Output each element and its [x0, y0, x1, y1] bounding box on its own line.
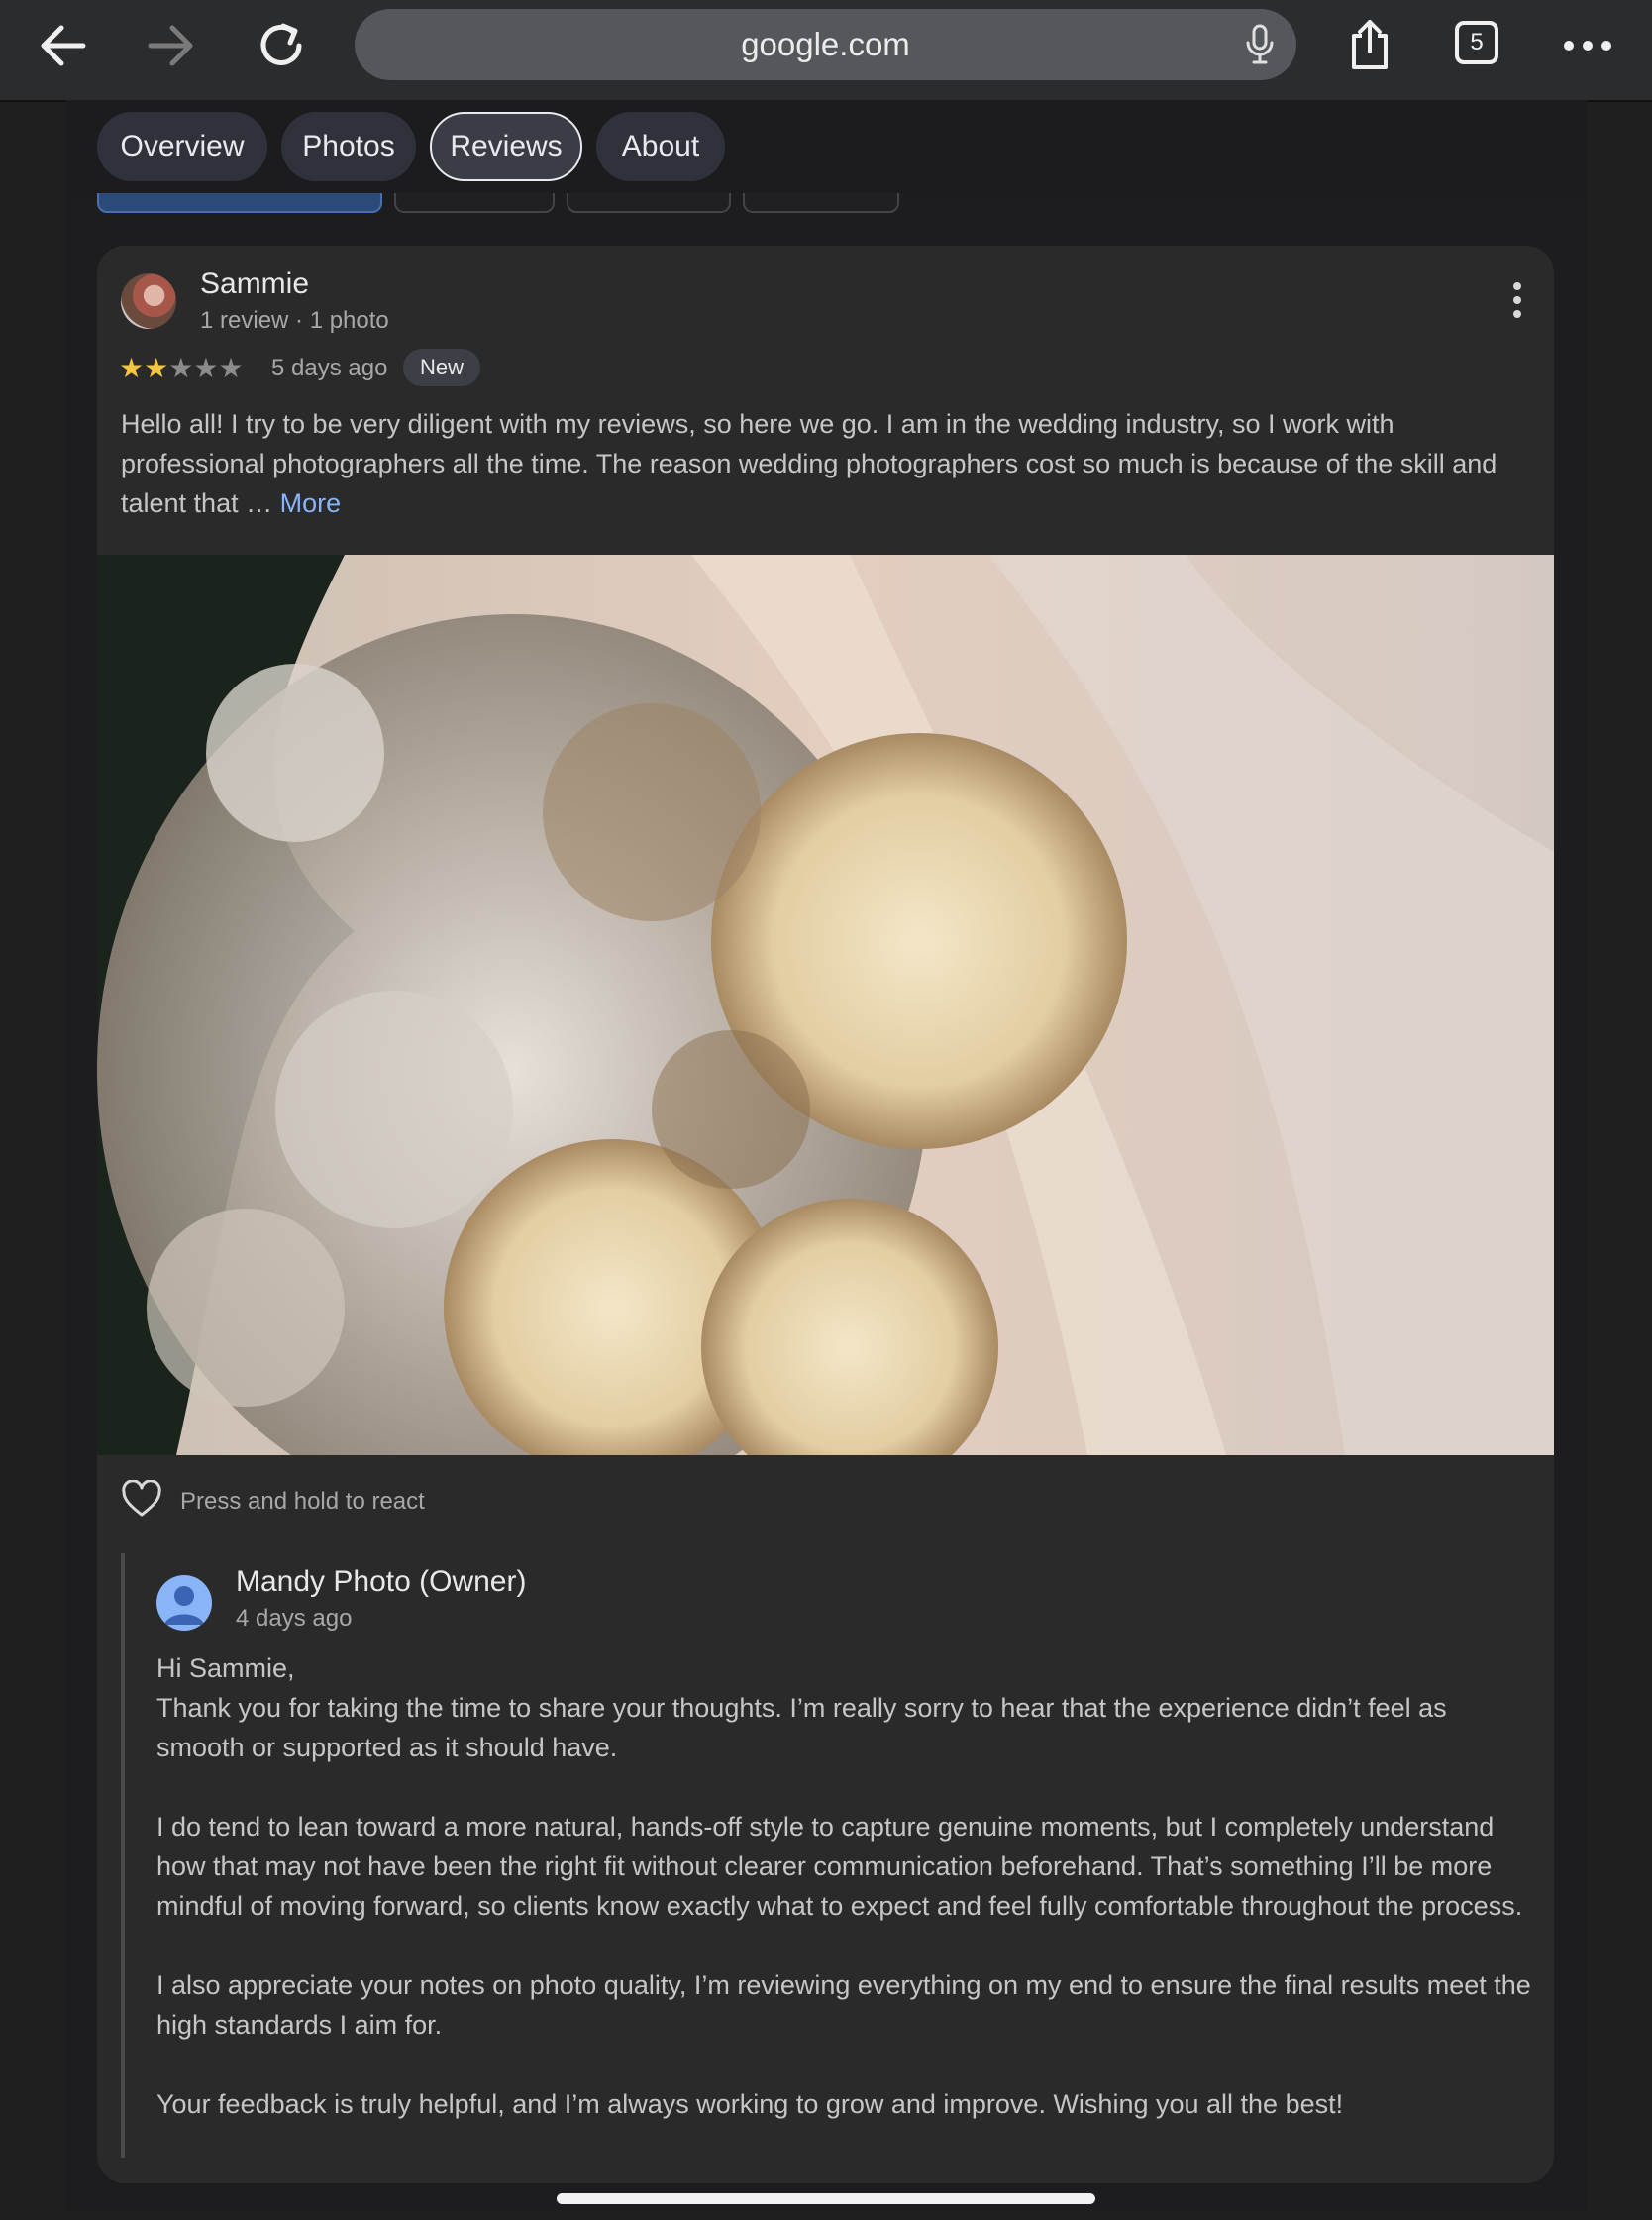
reload-icon[interactable]	[252, 16, 311, 75]
tab-photos[interactable]: Photos	[281, 112, 416, 181]
avatar[interactable]	[121, 273, 176, 329]
star-filled-icon: ★	[119, 353, 145, 383]
review-text: Hello all! I try to be very diligent wit…	[121, 404, 1527, 523]
heart-icon[interactable]	[121, 1479, 162, 1523]
reply-paragraph: I do tend to lean toward a more natural,…	[156, 1812, 1523, 1921]
home-indicator[interactable]	[557, 2193, 1095, 2204]
forward-arrow-icon[interactable]	[142, 16, 201, 75]
owner-reply: Mandy Photo (Owner) 4 days ago Hi Sammie…	[121, 1553, 1531, 2158]
review-filter-row	[0, 193, 1652, 219]
review-time: 5 days ago	[271, 355, 388, 381]
review-photo[interactable]	[97, 555, 1554, 1455]
reviewer-meta: 1 review · 1 photo	[200, 307, 389, 334]
tab-overview[interactable]: Overview	[97, 112, 267, 181]
reply-paragraph: I also appreciate your notes on photo qu…	[156, 1970, 1531, 2040]
tabs-icon[interactable]: 5	[1455, 21, 1498, 64]
browser-toolbar: google.com 5	[0, 0, 1652, 102]
reviewer-name[interactable]: Sammie	[200, 267, 309, 301]
url-text: google.com	[741, 26, 910, 62]
tab-reviews[interactable]: Reviews	[430, 112, 582, 181]
reply-paragraph: Your feedback is truly helpful, and I’m …	[156, 2089, 1344, 2119]
tab-about[interactable]: About	[596, 112, 725, 181]
owner-name: Mandy Photo (Owner)	[236, 1565, 527, 1598]
star-filled-icon: ★	[144, 353, 169, 383]
owner-avatar-icon[interactable]	[156, 1575, 212, 1631]
more-options-icon[interactable]	[1512, 281, 1522, 324]
star-empty-icon: ★	[218, 353, 244, 383]
owner-reply-text: Hi Sammie, Thank you for taking the time…	[156, 1648, 1533, 2124]
mic-icon[interactable]	[1245, 23, 1275, 71]
star-empty-icon: ★	[168, 353, 194, 383]
filter-chip[interactable]	[97, 193, 382, 213]
react-hint: Press and hold to react	[180, 1488, 425, 1515]
star-rating: ★★★★★	[119, 352, 244, 384]
review-card: Sammie 1 review · 1 photo ★★★★★ 5 days a…	[97, 246, 1554, 2183]
more-icon[interactable]	[1558, 16, 1617, 75]
reply-paragraph: Hi Sammie, Thank you for taking the time…	[156, 1653, 1447, 1762]
filter-chip[interactable]	[567, 193, 731, 213]
filter-chip[interactable]	[394, 193, 555, 213]
back-arrow-icon[interactable]	[33, 16, 92, 75]
star-empty-icon: ★	[193, 353, 219, 383]
filter-chip[interactable]	[743, 193, 899, 213]
share-icon[interactable]	[1340, 16, 1399, 75]
new-badge: New	[403, 349, 481, 386]
address-bar[interactable]: google.com	[355, 9, 1296, 80]
place-tabs: Overview Photos Reviews About	[65, 100, 1587, 193]
more-link[interactable]: More	[280, 488, 342, 518]
owner-reply-time: 4 days ago	[236, 1605, 353, 1632]
